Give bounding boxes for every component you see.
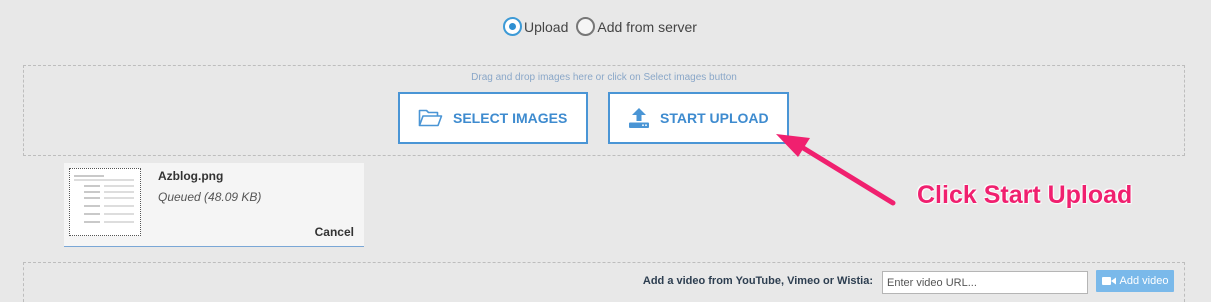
video-label: Add a video from YouTube, Vimeo or Wisti…: [642, 275, 873, 287]
video-zone: Add a video from YouTube, Vimeo or Wisti…: [23, 262, 1185, 302]
annotation-arrow-icon: [776, 134, 896, 206]
video-camera-icon: [1101, 277, 1116, 285]
add-video-label: Add video: [1119, 275, 1169, 287]
video-url-input[interactable]: [882, 271, 1088, 294]
add-video-button[interactable]: Add video: [1096, 270, 1174, 292]
annotation-text: Click Start Upload: [917, 181, 1133, 209]
